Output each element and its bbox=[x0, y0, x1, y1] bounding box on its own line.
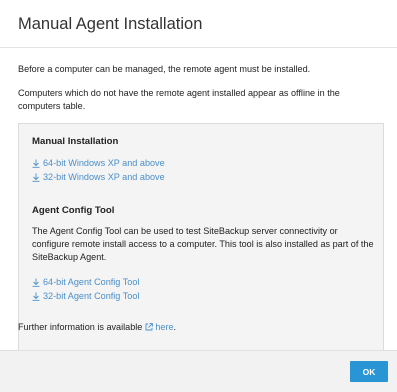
intro-text-1: Before a computer can be managed, the re… bbox=[18, 64, 311, 74]
download-icon bbox=[32, 292, 40, 301]
download-link-label: 64-bit Windows XP and above bbox=[43, 158, 165, 168]
dialog-title: Manual Agent Installation bbox=[18, 15, 203, 33]
download-64bit-config-tool-link[interactable]: 64-bit Agent Config Tool bbox=[32, 277, 139, 287]
download-32bit-windows-link[interactable]: 32-bit Windows XP and above bbox=[32, 172, 165, 182]
here-link[interactable]: here bbox=[145, 322, 174, 332]
download-icon bbox=[32, 159, 40, 168]
intro-text-2: Computers which do not have the remote a… bbox=[18, 88, 340, 111]
external-link-icon bbox=[145, 323, 154, 331]
downloads-panel: Manual Installation 64-bit Windows XP an… bbox=[18, 123, 384, 372]
ok-button[interactable]: OK bbox=[350, 361, 388, 382]
agent-config-tool-description: The Agent Config Tool can be used to tes… bbox=[32, 226, 374, 262]
download-icon bbox=[32, 278, 40, 287]
download-link-label: 64-bit Agent Config Tool bbox=[43, 277, 140, 287]
manual-agent-installation-dialog: Manual Agent Installation Before a compu… bbox=[0, 0, 397, 392]
further-info-label: Further information is available bbox=[18, 322, 143, 332]
dialog-header: Manual Agent Installation bbox=[0, 0, 397, 48]
download-icon bbox=[32, 173, 40, 182]
download-link-label: 32-bit Windows XP and above bbox=[43, 172, 165, 182]
agent-config-tool-title: Agent Config Tool bbox=[32, 205, 115, 216]
dialog-footer bbox=[0, 350, 397, 392]
further-info-period: . bbox=[173, 322, 177, 332]
here-link-label: here bbox=[155, 322, 174, 332]
further-info-text: Further information is available here . bbox=[18, 322, 176, 332]
download-64bit-windows-link[interactable]: 64-bit Windows XP and above bbox=[32, 158, 165, 168]
manual-installation-title: Manual Installation bbox=[32, 136, 119, 147]
download-32bit-config-tool-link[interactable]: 32-bit Agent Config Tool bbox=[32, 291, 139, 301]
download-link-label: 32-bit Agent Config Tool bbox=[43, 291, 140, 301]
